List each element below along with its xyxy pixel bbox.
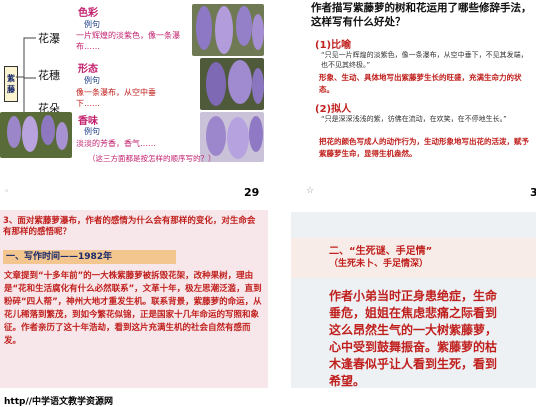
slide-caption: （这三方面都是按怎样的顺序写的？） <box>88 154 216 163</box>
device-simile-heading: (1)比喻 <box>315 40 352 51</box>
branch-flower-cluster: 花穗 <box>38 69 60 82</box>
structure-brace <box>16 37 36 119</box>
slide-emotion[interactable]: 二、“生死谜、手足情” （生死未卜、手足情深） 作者小弟当时正身患绝症，生命垂危… <box>291 212 536 388</box>
simile-effect: 形象、生动、具体地写出紫藤萝生长的旺盛，充满生命力的状态。 <box>319 73 522 94</box>
example-text-fragrance: 淡淡的芳香，香气…… <box>76 139 156 148</box>
wisteria-photo <box>192 4 264 56</box>
aspect-color: 色彩 <box>78 8 98 19</box>
section-subheading: （生死未卜、手足情深） <box>329 259 429 269</box>
question-title: 3、面对紫藤萝瀑布，作者的感情为什么会有那样的变化，对生命会有那样的感悟呢？ <box>3 216 256 237</box>
simile-quote: “只见一片辉煌的淡紫色，像一条瀑布，从空中垂下，不见其发端，也不见其终极。” <box>321 51 528 69</box>
slide-title: 作者描写紫藤萝的树和花运用了哪些修辞手法，这样写有什么好处？ <box>311 2 532 28</box>
section-heading: 二、“生死谜、手足情” <box>329 246 433 257</box>
slide-background[interactable]: 3、面对紫藤萝瀑布，作者的感情为什么会有那样的变化，对生命会有那样的感悟呢？ 一… <box>0 210 268 388</box>
example-text-shape: 像一条瀑布，从空中垂下…… <box>76 88 156 108</box>
branch-flower-waterfall: 花瀑 <box>38 32 60 45</box>
star-icon: ☆ <box>306 186 315 196</box>
source-footer: http//中学语文教学资源网 <box>4 397 114 407</box>
personification-quote: “只是深深浅浅的紫，彷佛在流动，在欢笑，在不停地生长。” <box>321 115 507 123</box>
page-number: 29 <box>244 186 260 199</box>
slide-rhetoric[interactable]: 作者描写紫藤萝的树和花运用了哪些修辞手法，这样写有什么好处？ (1)比喻 “只见… <box>293 0 536 172</box>
device-personification-heading: (2)拟人 <box>315 104 352 115</box>
wisteria-photo <box>200 58 264 110</box>
aspect-fragrance: 香味 <box>78 116 98 127</box>
background-paragraph: 文章提到“十多年前”的一大株紫藤萝被拆毁花架，改种果树，理由是“花和生活腐化有什… <box>4 271 262 346</box>
aspect-shape: 形态 <box>78 64 98 75</box>
slide-structure[interactable]: 紫藤 花瀑 花穗 花朵 色彩 例句 一片辉煌的淡紫色，像一条瀑布…… 形态 例句… <box>0 0 265 172</box>
example-label: 例句 <box>84 20 100 29</box>
page-number: 3 <box>530 186 536 199</box>
emotion-paragraph: 作者小弟当时正身患绝症，生命垂危，姐姐在焦虑悲痛之际看到这么昂然生气的一大树紫藤… <box>329 289 498 388</box>
example-label: 例句 <box>84 127 100 136</box>
personification-effect: 把花的颜色写成人的动作行为，生动形象地写出花的活泼，赋予紫藤萝生命，显得生机盎然… <box>319 137 529 158</box>
wisteria-photo <box>0 112 72 158</box>
slide-marker-icon: ◦ <box>4 187 10 197</box>
section-heading: 一、写作时间——1982年 <box>3 250 176 264</box>
example-text-color: 一片辉煌的淡紫色，像一条瀑布…… <box>76 31 180 51</box>
example-label: 例句 <box>84 76 100 85</box>
